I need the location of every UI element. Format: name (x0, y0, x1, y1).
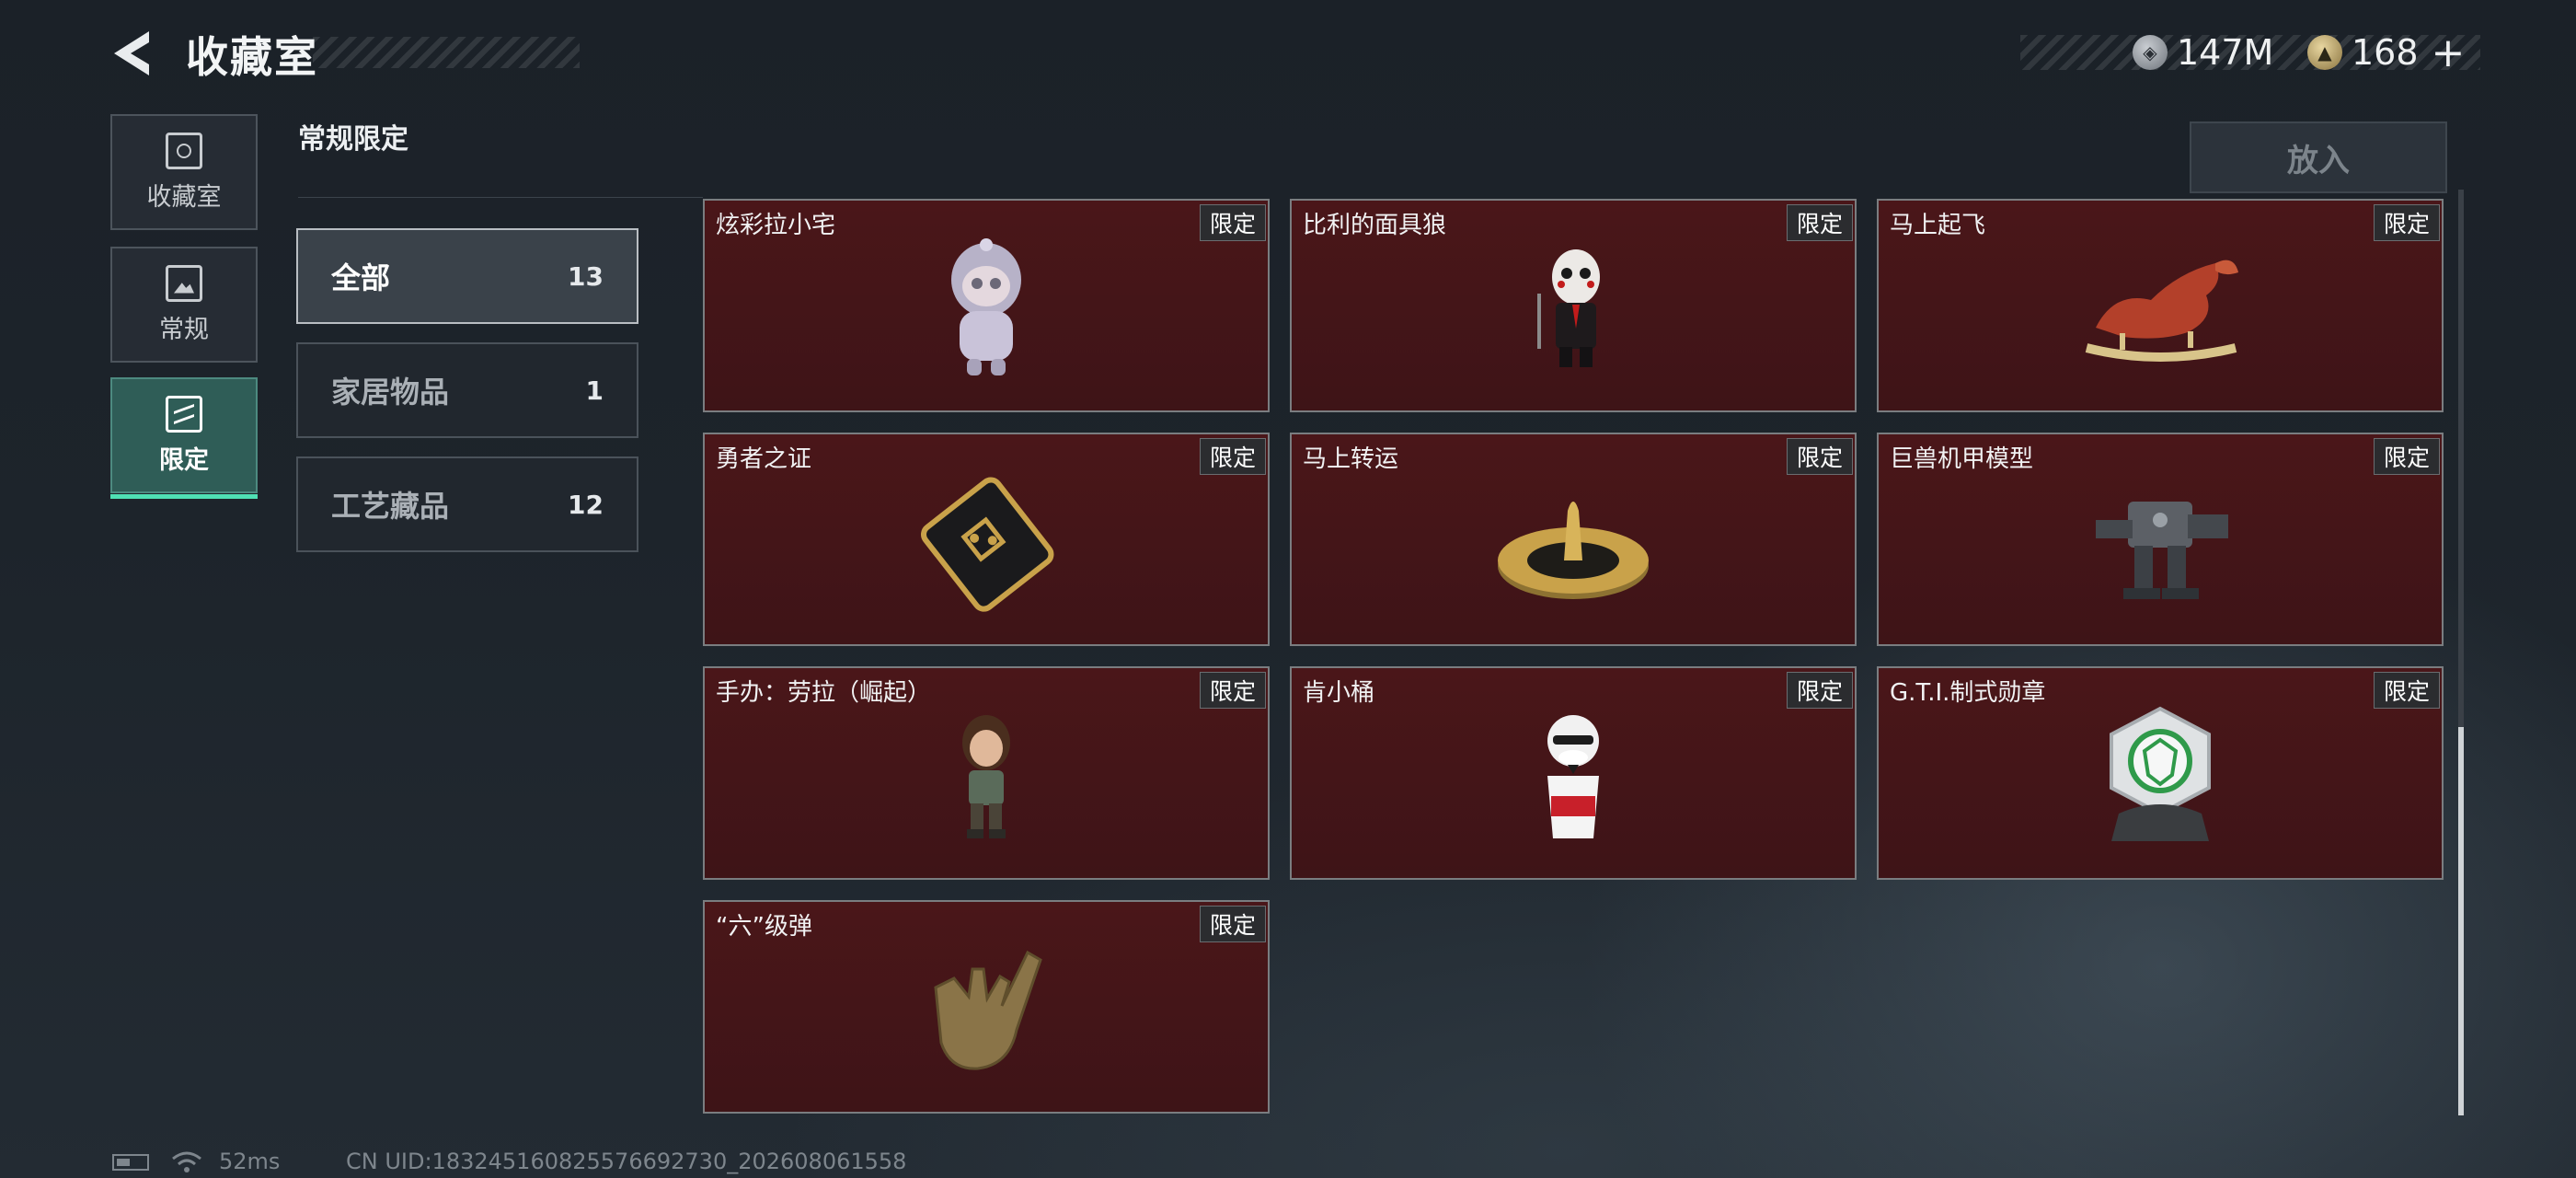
puppet-figurine-icon (1537, 249, 1600, 367)
category-name: 家居物品 (331, 375, 450, 410)
section-title: 常规限定 (298, 123, 408, 156)
item-name: 马上转运 (1303, 445, 1399, 473)
tab-label: 收藏室 (146, 182, 222, 212)
golden-spinner-icon (1498, 502, 1649, 599)
category-name: 工艺藏品 (331, 489, 450, 524)
item-card[interactable]: “六”级弹 限定 (703, 900, 1270, 1114)
item-name: G.T.I.制式勋章 (1890, 679, 2046, 707)
title-decoration (313, 37, 580, 68)
limited-badge: 限定 (1787, 672, 1853, 709)
limited-badge: 限定 (1787, 438, 1853, 475)
tab-limited[interactable]: 限定 (110, 377, 258, 499)
category-home-items[interactable]: 家居物品 1 (296, 342, 638, 438)
add-currency-button[interactable]: + (2432, 29, 2466, 76)
tab-label: 常规 (159, 315, 209, 344)
tab-label: 限定 (159, 445, 209, 475)
item-card[interactable]: 手办：劳拉（崛起） 限定 (703, 666, 1270, 880)
category-name: 全部 (331, 260, 391, 295)
battery-icon (112, 1154, 149, 1171)
page-title: 收藏室 (186, 32, 318, 82)
gold-coin-icon: ▲ (2307, 35, 2342, 70)
item-name: 比利的面具狼 (1303, 212, 1447, 239)
silver-currency: ◈ 147M (2133, 28, 2273, 77)
limited-badge: 限定 (1200, 438, 1266, 475)
wifi-icon (172, 1151, 201, 1172)
item-name: 勇者之证 (716, 445, 812, 473)
collection-room-icon (166, 132, 202, 169)
card-plaque-icon (921, 477, 1054, 612)
uid-text: CN UID:18324516082557669273‌0_2026080615… (346, 1149, 907, 1174)
limited-badge: 限定 (2374, 204, 2440, 241)
item-name: 马上起飞 (1890, 212, 1986, 239)
tab-collection-room[interactable]: 收藏室 (110, 114, 258, 230)
regular-icon (166, 264, 202, 302)
item-card[interactable]: 勇者之证 限定 (703, 433, 1270, 646)
item-card[interactable]: 马上起飞 限定 (1877, 199, 2444, 412)
category-count: 13 (568, 260, 604, 292)
item-name: 肯小桶 (1303, 679, 1375, 707)
scrollbar-thumb[interactable] (2458, 727, 2464, 1115)
tab-regular[interactable]: 常规 (110, 247, 258, 363)
limited-badge: 限定 (2374, 438, 2440, 475)
category-all[interactable]: 全部 13 (296, 228, 638, 324)
rocking-horse-icon (2085, 260, 2238, 362)
silver-currency-value: 147M (2177, 32, 2274, 73)
limited-badge: 限定 (1787, 204, 1853, 241)
limited-icon (166, 395, 202, 433)
item-card[interactable]: 巨兽机甲模型 限定 (1877, 433, 2444, 646)
back-arrow-icon[interactable] (109, 28, 160, 79)
item-card[interactable]: 肯小桶 限定 (1290, 666, 1857, 880)
place-button[interactable]: 放入 (2190, 121, 2447, 193)
hooded-doll-figurine-icon (951, 238, 1021, 375)
item-card[interactable]: 炫彩拉小宅 限定 (703, 199, 1270, 412)
mech-model-icon (2096, 502, 2228, 599)
item-name: 手办：劳拉（崛起） (716, 679, 932, 707)
category-count: 12 (568, 489, 604, 520)
gold-currency: ▲ 168 + (2307, 28, 2465, 77)
limited-badge: 限定 (1200, 906, 1266, 942)
ping-text: 52ms (219, 1149, 281, 1174)
item-name: “六”级弹 (716, 913, 812, 941)
item-name: 巨兽机甲模型 (1890, 445, 2034, 473)
limited-badge: 限定 (1200, 204, 1266, 241)
silver-coin-icon: ◈ (2133, 35, 2168, 70)
item-name: 炫彩拉小宅 (716, 212, 836, 239)
divider (298, 197, 703, 198)
colonel-figurine-icon (1547, 715, 1599, 838)
limited-badge: 限定 (2374, 672, 2440, 709)
gti-medal-icon (2110, 706, 2211, 841)
limited-badge: 限定 (1200, 672, 1266, 709)
category-count: 1 (585, 375, 604, 406)
item-card[interactable]: 马上转运 限定 (1290, 433, 1857, 646)
gold-currency-value: 168 (2352, 32, 2419, 73)
hand-sign-statue-icon (934, 950, 1042, 1070)
lara-figurine-icon (962, 715, 1010, 838)
category-crafts[interactable]: 工艺藏品 12 (296, 456, 638, 552)
item-card[interactable]: G.T.I.制式勋章 限定 (1877, 666, 2444, 880)
item-card[interactable]: 比利的面具狼 限定 (1290, 199, 1857, 412)
